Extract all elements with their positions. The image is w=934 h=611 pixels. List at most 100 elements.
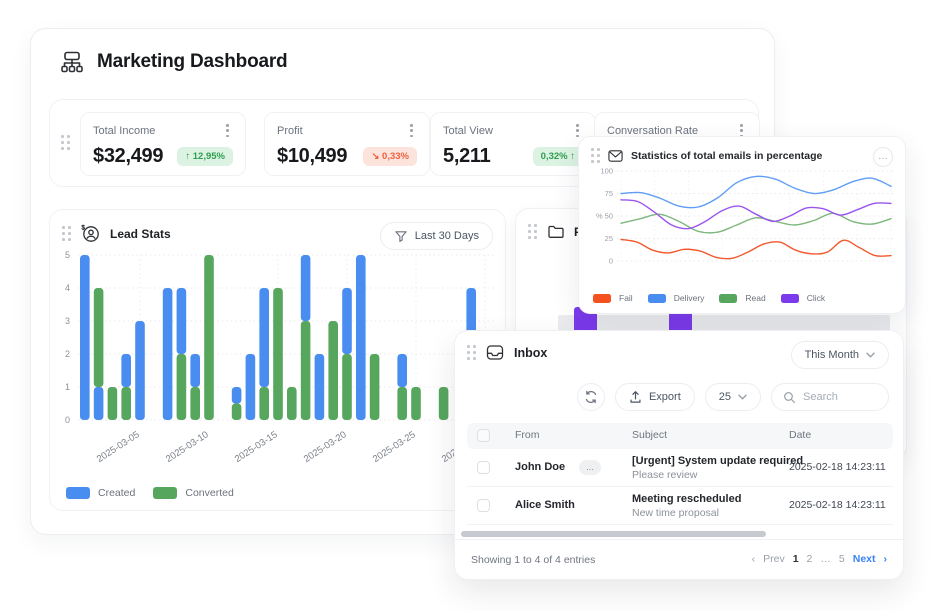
email-subject: Meeting rescheduled [632,493,741,505]
bar-segment-converted [232,404,242,421]
bar-segment-converted [121,387,131,420]
page-item-5[interactable]: 5 [839,553,845,565]
email-stats-legend: FailDeliveryReadClick [593,293,825,303]
kpi-title: Total View [443,125,493,137]
kpi-row-drag-handle[interactable] [61,135,70,150]
bar-segment-created [342,288,352,354]
kpi-menu-button[interactable] [406,122,417,139]
export-button[interactable]: Export [615,383,695,411]
delivery-color-chip [648,294,666,303]
select-all-checkbox[interactable] [477,429,490,442]
kpi-menu-button[interactable] [222,122,233,139]
x-tick-label: 2025-03-10 [164,429,211,465]
period-select[interactable]: This Month [791,341,889,369]
bar-segment-created [397,354,407,387]
bar-segment-converted [439,387,449,420]
bar-segment-created [246,354,256,420]
page-title: Marketing Dashboard [97,51,287,73]
table-row[interactable]: John Doe...[Urgent] System update requir… [467,449,893,487]
bar-segment-converted [190,387,200,420]
page-item-prev[interactable]: Prev [763,553,785,565]
bar-segment-created [301,255,311,321]
last-30-days-filter-button[interactable]: Last 30 Days [380,222,493,250]
email-stats-drag-handle[interactable] [591,148,600,163]
kpi-menu-button[interactable] [572,122,583,139]
lead-stats-card: $ Lead Stats Last 30 Days 0123452025-03-… [49,209,506,511]
read-color-chip [719,294,737,303]
row-checkbox[interactable] [477,499,490,512]
email-subject: [Urgent] System update required [632,455,803,467]
kpi-trend-badge: ↘ 0,33% [363,147,417,166]
horizontal-scrollbar [461,531,899,538]
legend-label: Converted [185,487,233,499]
email-date: 2025-02-18 14:23:11 [789,499,886,511]
kpi-card-total-income: Total Income $32,499 ↑ 12,95% [80,112,246,176]
bar-segment-converted [301,321,311,420]
page-item-…[interactable]: … [820,553,831,565]
kpi-trend-badge: 0,32% ↑ [533,147,583,166]
bar-segment-created [121,354,131,387]
bar-segment-created [94,387,104,420]
dashboard-header: Marketing Dashboard [59,49,287,75]
page-item-‹[interactable]: ‹ [752,553,756,565]
page-item-1[interactable]: 1 [793,553,799,565]
bar-segment-converted [273,288,283,420]
bar-segment-converted [94,288,104,387]
email-date: 2025-02-18 14:23:11 [789,461,886,473]
kpi-title: Conversation Rate [607,125,698,137]
y-tick-label: 1 [65,382,70,392]
page-item-›[interactable]: › [884,553,888,565]
legend-item-converted: Converted [153,487,233,499]
bar-segment-created [177,288,187,354]
table-row[interactable]: Alice SmithMeeting rescheduledNew time p… [467,487,893,525]
column-header-from: From [515,429,540,441]
legend-label: Click [807,293,825,303]
search-icon [783,391,796,404]
email-stats-title: Statistics of total emails in percentage [631,150,822,162]
x-tick-label: 2025-03-05 [95,429,142,465]
search-input[interactable] [803,391,883,403]
lead-stats-title: Lead Stats [110,227,171,241]
row-menu-button[interactable]: ... [579,460,601,475]
pagination: ‹ Prev 12 … 5 Next › [752,553,887,565]
y-tick-label: 4 [65,283,70,293]
fail-color-chip [593,294,611,303]
y-tick-label: 0 [65,415,70,425]
scrollbar-thumb[interactable] [461,531,766,537]
kpi-value: 5,211 [443,145,490,168]
page-item-next[interactable]: Next [853,553,876,565]
bar-segment-created [135,321,145,420]
bar-segment-converted [397,387,407,420]
page-item-2[interactable]: 2 [807,553,813,565]
kpi-card-total-view: Total View 5,211 0,32% ↑ [430,112,596,176]
lead-stats-chart: 0123452025-03-052025-03-102025-03-152025… [54,250,499,478]
inbox-drag-handle[interactable] [467,345,476,360]
bar-segment-created [259,288,269,387]
bar-segment-converted [204,255,214,420]
click-color-chip [781,294,799,303]
lead-stats-drag-handle[interactable] [62,226,71,241]
row-checkbox[interactable] [477,461,490,474]
refresh-button[interactable] [577,383,605,411]
y-tick-label: 25 [605,234,613,243]
kpi-title: Total Income [93,125,155,137]
bar-segment-created [356,255,366,420]
email-preview: New time proposal [632,507,719,519]
kpi-trend-badge: ↑ 12,95% [177,147,233,166]
x-tick-label: 2025-03-15 [233,429,280,465]
bar-segment-converted [370,354,380,420]
kpi-value: $32,499 [93,145,163,168]
chevron-down-icon [866,352,875,358]
bar-segment-created [163,288,173,420]
inbox-card: Inbox This Month [454,330,904,580]
export-icon [629,390,642,404]
page-size-select[interactable]: 25 [705,383,761,411]
inbox-toolbar: Export 25 [577,383,889,411]
folder-card-drag-handle[interactable] [528,224,537,239]
folder-chart-track [558,315,890,331]
bar-segment-converted [259,387,269,420]
y-axis-label: % [596,212,603,221]
legend-label: Fail [619,293,633,303]
inbox-title: Inbox [514,346,547,360]
y-tick-label: 50 [605,212,613,221]
